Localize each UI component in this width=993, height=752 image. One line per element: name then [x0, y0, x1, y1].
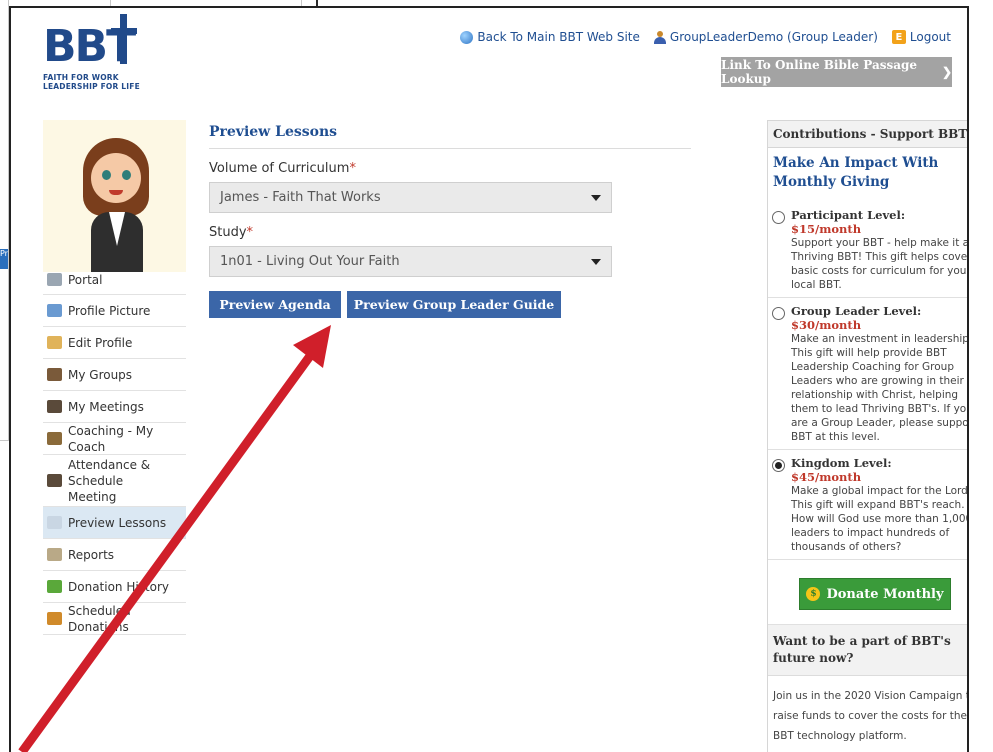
chevron-down-icon — [591, 194, 601, 201]
study-selected-value: 1n01 - Living Out Your Faith — [220, 254, 400, 269]
logo-cross-horizontal — [111, 28, 137, 34]
chevron-down-icon — [591, 258, 601, 265]
browser-window: BBT FAITH FOR WORK LEADERSHIP FOR LIFE B… — [9, 6, 969, 752]
logo-cross-vertical — [120, 14, 127, 64]
sidebar-item-profile-picture[interactable]: Profile Picture — [43, 295, 186, 327]
volume-selected-value: James - Faith That Works — [220, 190, 381, 205]
page-title: Preview Lessons — [209, 124, 691, 149]
group-leader-level-radio[interactable] — [772, 307, 785, 320]
required-mark: * — [246, 225, 254, 240]
preview-agenda-button[interactable]: Preview Agenda — [209, 291, 341, 318]
level-name: Group Leader Level: — [791, 304, 922, 318]
dollar-coin-icon: $ — [806, 587, 821, 601]
chevron-right-icon: ❯ — [941, 65, 952, 79]
volume-label: Volume of Curriculum* — [209, 161, 691, 176]
sidebar-nav: Portal Profile Picture Edit Profile My G… — [43, 265, 186, 635]
level-description: Make a global impact for the Lord. This … — [791, 485, 969, 553]
study-label-text: Study — [209, 225, 247, 240]
page: BBT FAITH FOR WORK LEADERSHIP FOR LIFE B… — [41, 8, 967, 752]
bible-lookup-button[interactable]: Link To Online Bible Passage Lookup ❯ — [721, 57, 952, 87]
sidebar-item-label: My Groups — [68, 367, 133, 382]
kingdom-level-option[interactable]: Kingdom Level: $45/month Make a global i… — [768, 450, 969, 560]
top-links: Back To Main BBT Web Site GroupLeaderDem… — [460, 30, 951, 44]
avatar — [43, 120, 186, 272]
sidebar-item-coaching[interactable]: Coaching - My Coach — [43, 423, 186, 455]
level-price: $15/month — [791, 222, 862, 236]
back-to-main-link[interactable]: Back To Main BBT Web Site — [460, 30, 640, 44]
required-mark: * — [349, 161, 356, 176]
portal-icon — [47, 273, 62, 286]
volume-label-text: Volume of Curriculum — [209, 161, 350, 176]
level-description: Support your BBT - help make it a Thrivi… — [791, 237, 969, 291]
impact-title: Make An Impact With Monthly Giving — [773, 155, 939, 190]
donate-area: $ Donate Monthly — [768, 560, 967, 625]
preview-group-leader-guide-button[interactable]: Preview Group Leader Guide — [347, 291, 561, 318]
meetings-icon — [47, 400, 62, 413]
sidebar-item-label: Attendance & Schedule Meeting — [68, 457, 151, 504]
participant-level-option[interactable]: Participant Level: $15/month Support you… — [768, 202, 969, 298]
volume-select[interactable]: James - Faith That Works — [209, 182, 612, 213]
back-to-main-label: Back To Main BBT Web Site — [477, 30, 640, 44]
coach-icon — [47, 432, 62, 445]
sidebar-item-scheduled-donations[interactable]: Scheduled Donations — [43, 603, 186, 635]
sidebar-item-label: Donation History — [68, 579, 170, 594]
scheduled-donations-icon — [47, 612, 62, 625]
user-profile-link[interactable]: GroupLeaderDemo (Group Leader) — [653, 30, 878, 44]
future-description: Join us in the 2020 Vision Campaign to r… — [773, 690, 969, 742]
sidebar-item-edit-profile[interactable]: Edit Profile — [43, 327, 186, 359]
donation-history-icon — [47, 580, 62, 593]
level-description: Make an investment in leadership! This g… — [791, 333, 969, 443]
sidebar-item-label: Preview Lessons — [68, 515, 167, 530]
sidebar-item-label: Reports — [68, 547, 115, 562]
donate-monthly-button[interactable]: $ Donate Monthly — [799, 578, 951, 610]
sidebar-item-preview-lessons[interactable]: Preview Lessons — [43, 507, 186, 539]
groups-icon — [47, 368, 62, 381]
group-leader-level-option[interactable]: Group Leader Level: $30/month Make an in… — [768, 298, 969, 450]
logout-icon: E — [891, 30, 906, 44]
logo-tagline-1: FAITH FOR WORK — [43, 73, 119, 82]
sidebar-item-portal[interactable]: Portal — [43, 265, 186, 295]
profile-picture-icon — [47, 304, 62, 317]
logout-label: Logout — [909, 30, 951, 44]
user-icon — [653, 30, 666, 44]
participant-level-radio[interactable] — [772, 211, 785, 224]
sidebar-item-donation-history[interactable]: Donation History — [43, 571, 186, 603]
contributions-panel: Contributions - Support BBT Make An Impa… — [767, 120, 969, 752]
bible-lookup-label: Link To Online Bible Passage Lookup — [721, 58, 918, 86]
sidebar-item-my-meetings[interactable]: My Meetings — [43, 391, 186, 423]
background-side-tab: Pr — [0, 249, 8, 269]
donate-monthly-label: Donate Monthly — [826, 586, 944, 602]
level-price: $30/month — [791, 318, 862, 332]
sidebar-item-label: Profile Picture — [68, 303, 151, 318]
kingdom-level-radio[interactable] — [772, 459, 785, 472]
preview-lessons-panel: Preview Lessons Volume of Curriculum* Ja… — [209, 124, 691, 318]
sidebar-item-label: Coaching - My Coach — [68, 423, 154, 454]
sidebar-item-label: My Meetings — [68, 399, 144, 414]
logo-tagline-2: LEADERSHIP FOR LIFE — [43, 82, 140, 91]
globe-icon — [460, 30, 474, 44]
bbt-logo[interactable]: BBT FAITH FOR WORK LEADERSHIP FOR LIFE — [43, 14, 153, 102]
level-name: Participant Level: — [791, 208, 906, 222]
preview-lessons-icon — [47, 516, 62, 529]
user-name-label: GroupLeaderDemo (Group Leader) — [669, 30, 878, 44]
study-select[interactable]: 1n01 - Living Out Your Faith — [209, 246, 612, 277]
sidebar-item-my-groups[interactable]: My Groups — [43, 359, 186, 391]
future-heading: Want to be a part of BBT's future now? — [768, 625, 967, 676]
preview-buttons: Preview Agenda Preview Group Leader Guid… — [209, 291, 691, 318]
sidebar-item-label: Scheduled Donations — [68, 603, 131, 634]
sidebar-item-label: Portal — [68, 272, 103, 287]
background-window-left — [0, 0, 9, 441]
edit-profile-icon — [47, 336, 62, 349]
logout-link[interactable]: E Logout — [891, 30, 951, 44]
contributions-header: Contributions - Support BBT — [768, 121, 967, 148]
study-label: Study* — [209, 225, 691, 240]
attendance-icon — [47, 474, 62, 487]
level-price: $45/month — [791, 470, 862, 484]
sidebar-item-label: Edit Profile — [68, 335, 133, 350]
sidebar-item-attendance[interactable]: Attendance & Schedule Meeting — [43, 455, 186, 507]
reports-icon — [47, 548, 62, 561]
sidebar-item-reports[interactable]: Reports — [43, 539, 186, 571]
level-name: Kingdom Level: — [791, 456, 892, 470]
